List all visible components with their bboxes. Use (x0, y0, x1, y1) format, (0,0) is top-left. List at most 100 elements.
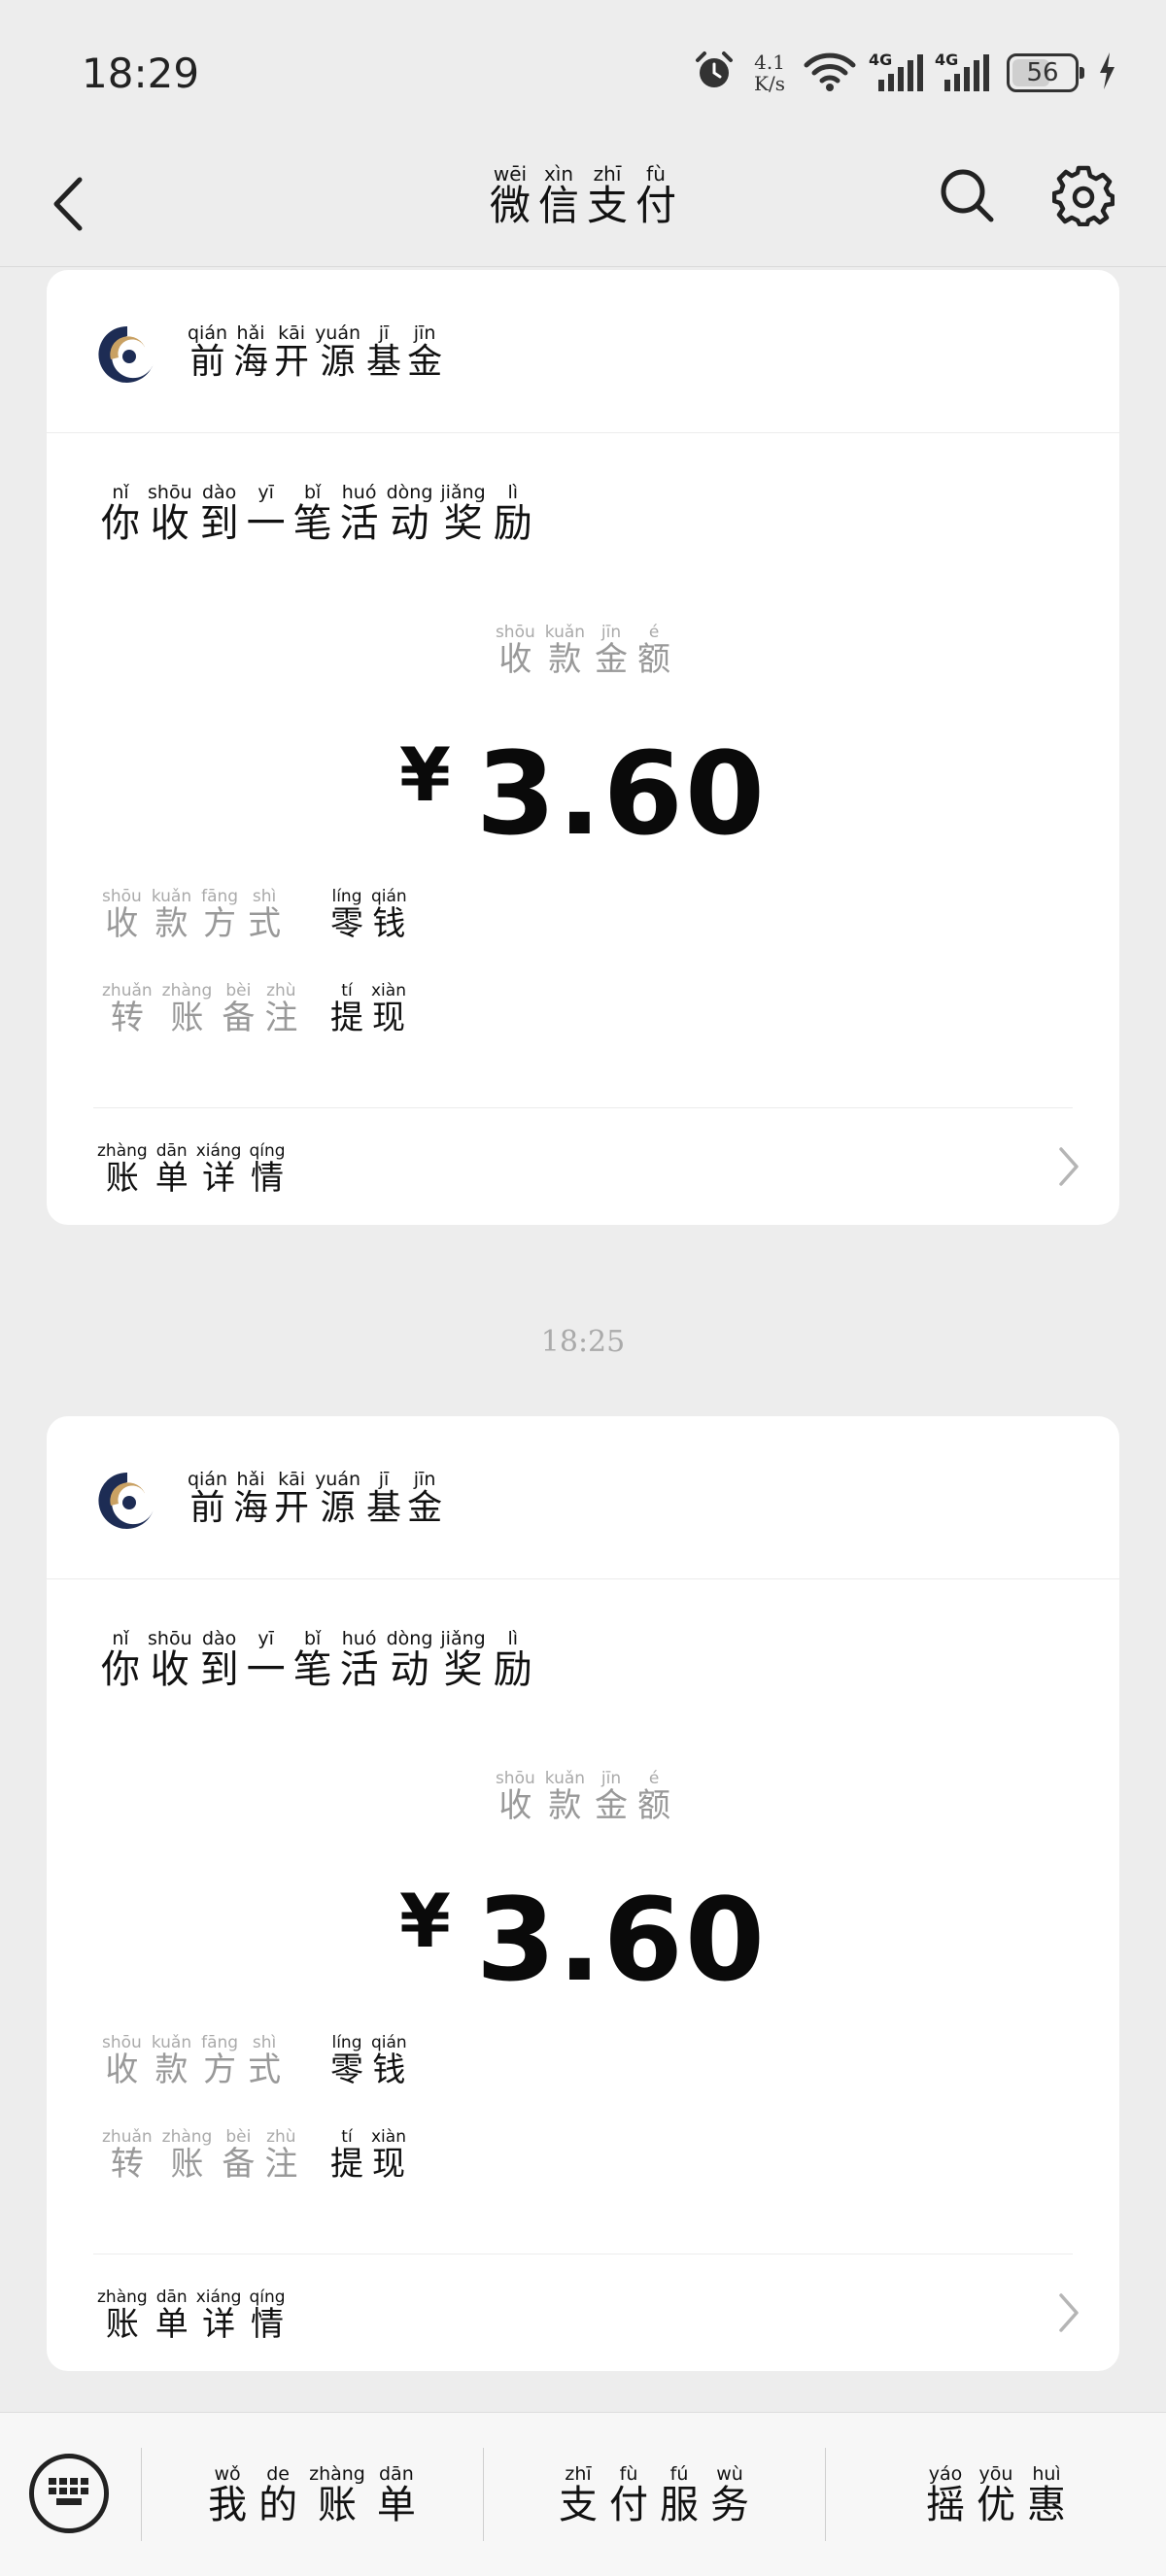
hanzi-text: 前 (189, 341, 225, 382)
pinyin-text: yuán (315, 322, 361, 344)
transfer-remark-row: zhuǎn 转 zhàng 账 bèi 备 zhù 注 tí 提 xiàn 现 (97, 2126, 410, 2183)
ruby-char: huì 惠 (1027, 2463, 1066, 2525)
pinyin-text: huì (1032, 2463, 1061, 2485)
hanzi-text: 海 (233, 341, 269, 382)
pinyin-text: yuán (315, 1468, 361, 1490)
receive-method-value: líng 零 qián 钱 (326, 886, 411, 942)
network-speed-unit: K/s (754, 72, 785, 95)
signal-type-label-2: 4G (935, 51, 959, 69)
ruby-char: shì 式 (248, 2032, 281, 2088)
ruby-char: yī 一 (247, 482, 286, 544)
hanzi-text: 转 (110, 2145, 144, 2184)
pinyin-text: qián (188, 1468, 228, 1490)
hanzi-text: 金 (595, 640, 629, 679)
fund-logo-icon (97, 324, 157, 385)
message-timestamp: 18:25 (540, 1325, 626, 1359)
bill-details-link[interactable]: zhàng 账 dān 单 xiáng 详 qíng 情 (93, 1135, 1080, 1203)
pinyin-text: jī (378, 1468, 390, 1490)
ruby-char: líng 零 (330, 2032, 363, 2088)
tab-payment-services-label: zhī 支 fù 付 fú 服 wù 务 (553, 2463, 755, 2525)
receive-method-row: shōu 收 kuǎn 款 fāng 方 shì 式 líng 零 qián 钱 (97, 886, 411, 942)
ruby-char: zhàng 账 (162, 2126, 213, 2183)
hanzi-text: 额 (637, 1786, 671, 1825)
pinyin-text: kāi (278, 322, 306, 344)
ruby-char: dào 到 (200, 1628, 239, 1690)
ruby-char: qián 前 (188, 322, 227, 381)
network-speed: 4.1 K/s (754, 51, 785, 94)
hanzi-text: 款 (154, 904, 189, 943)
hanzi-text: 详 (202, 2305, 236, 2345)
pinyin-text: nǐ (112, 482, 129, 503)
pinyin-text: yī (257, 482, 274, 503)
hanzi-text: 源 (320, 341, 356, 382)
amount-number: 3.60 (475, 1873, 768, 2007)
divider (93, 1107, 1073, 1108)
settings-button[interactable] (1049, 163, 1117, 231)
ruby-char: bèi 备 (222, 2126, 255, 2183)
ruby-char: kāi 开 (274, 322, 309, 381)
hanzi-text: 钱 (372, 904, 406, 943)
ruby-char: nǐ 你 (101, 482, 140, 544)
payment-card[interactable]: qián 前 hǎi 海 kāi 开 yuán 源 jī 基 jīn 金 nǐ 你 shōu 收 dào 到 yī… (47, 1416, 1119, 2371)
search-button[interactable] (933, 163, 1001, 231)
hanzi-text: 详 (202, 1159, 236, 1199)
pinyin-text: de (266, 2463, 290, 2485)
pinyin-text: hǎi (236, 1468, 265, 1490)
amount-label: shōu 收 kuǎn 款 jīn 金 é 额 (47, 622, 1119, 678)
hanzi-text: 零 (330, 904, 363, 943)
ruby-char: fú 服 (660, 2463, 699, 2525)
hanzi-text: 账 (317, 2483, 357, 2527)
hanzi-text: 活 (339, 1647, 379, 1692)
ruby-char: lì 励 (494, 1628, 532, 1690)
pinyin-text: yáo (928, 2463, 963, 2485)
nav-bar: wēi 微 xìn 信 zhī 支 fù 付 (0, 146, 1166, 267)
tab-payment-services[interactable]: zhī 支 fù 付 fú 服 wù 务 (484, 2446, 824, 2543)
pinyin-text: kāi (278, 1468, 306, 1490)
bill-details-link[interactable]: zhàng 账 dān 单 xiáng 详 qíng 情 (93, 2281, 1080, 2349)
hanzi-text: 注 (264, 999, 298, 1037)
keyboard-toggle-button[interactable] (29, 2454, 109, 2533)
pinyin-text: dòng (386, 482, 433, 503)
ruby-char: hǎi 海 (233, 1469, 268, 1527)
signal-strength-icon-2: 4G (935, 51, 989, 91)
ruby-char: jīn 金 (595, 622, 628, 678)
tab-shake-discounts-label: yáo 摇 yōu 优 huì 惠 (920, 2463, 1072, 2525)
battery-level: 56 (1026, 58, 1059, 87)
hanzi-text: 式 (248, 2051, 282, 2089)
ruby-char: é额 (637, 622, 670, 678)
hanzi-text: 账 (105, 2305, 139, 2345)
pinyin-text: yōu (978, 2463, 1013, 2485)
ruby-char: jī 基 (366, 322, 401, 381)
hanzi-text: 金 (595, 1786, 629, 1825)
page-title-text: wēi 微 xìn 信 zhī 支 fù 付 (486, 163, 680, 227)
signal-type-label: 4G (869, 51, 893, 69)
search-icon (938, 166, 996, 228)
pinyin-text: dào (201, 1628, 237, 1649)
hanzi-text: 提 (330, 2145, 363, 2184)
ruby-char: líng 零 (330, 886, 363, 942)
payment-card[interactable]: qián 前 hǎi 海 kāi 开 yuán 源 jī 基 jīn 金 nǐ 你 shōu 收 dào 到 yī… (47, 270, 1119, 1225)
hanzi-text: 到 (199, 501, 239, 546)
ruby-char: dòng 动 (387, 1628, 433, 1690)
hanzi-text: 收 (498, 640, 532, 679)
hanzi-text: 基 (366, 341, 402, 382)
charging-icon (1096, 51, 1117, 95)
hanzi-text: 支 (559, 2483, 598, 2527)
ruby-char: kāi 开 (274, 1469, 309, 1527)
ruby-char: tí 提 (330, 980, 363, 1036)
ruby-char: zhàng 账 (97, 1140, 148, 1197)
tab-my-bills[interactable]: wǒ 我 de 的 zhàng 账 dān 单 (142, 2446, 482, 2543)
hanzi-text: 奖 (443, 1647, 483, 1692)
ruby-char: lì 励 (494, 482, 532, 544)
ruby-char: jiǎng 奖 (440, 482, 485, 544)
pinyin-text: shōu (148, 1628, 192, 1649)
pinyin-text: hǎi (236, 322, 265, 344)
amount-number: 3.60 (475, 727, 768, 861)
card-headline: nǐ 你 shōu 收 dào 到 yī 一 bǐ 笔 huó 活 dòng 动 jiǎng 奖 lì 励 (97, 1628, 536, 1690)
tab-shake-discounts[interactable]: yáo 摇 yōu 优 huì 惠 (826, 2446, 1166, 2543)
hanzi-text: 额 (637, 640, 671, 679)
hanzi-text: 支 (587, 182, 629, 229)
ruby-char: wǒ 我 (208, 2463, 247, 2525)
ruby-char: yōu 优 (977, 2463, 1015, 2525)
card-headline: nǐ 你 shōu 收 dào 到 yī 一 bǐ 笔 huó 活 dòng 动 jiǎng 奖 lì 励 (97, 482, 536, 544)
